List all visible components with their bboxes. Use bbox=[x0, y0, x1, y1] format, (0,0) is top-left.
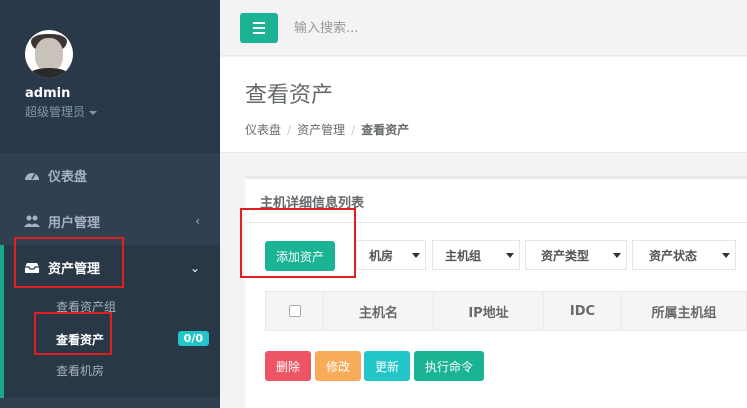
nav-item-dashboard[interactable]: 仪表盘 bbox=[0, 152, 220, 198]
submenu-item-view-idc[interactable]: 查看机房 bbox=[4, 355, 220, 385]
column-header-ip[interactable]: IP地址 bbox=[434, 292, 544, 330]
caret-down-icon bbox=[89, 110, 98, 115]
count-badge: 0/0 bbox=[177, 331, 209, 346]
page-heading: 查看资产 仪表盘 / 资产管理 / 查看资产 bbox=[220, 57, 747, 153]
user-profile: admin 超级管理员 bbox=[0, 0, 220, 153]
breadcrumb: 仪表盘 / 资产管理 / 查看资产 bbox=[245, 123, 410, 137]
delete-button[interactable]: 删除 bbox=[265, 351, 311, 381]
highlight-box bbox=[240, 208, 356, 278]
caret-down-icon bbox=[506, 253, 514, 258]
top-navbar bbox=[220, 0, 747, 56]
select-label: 主机组 bbox=[445, 248, 482, 263]
column-header-hostname[interactable]: 主机名 bbox=[324, 292, 434, 330]
highlight-box bbox=[14, 237, 124, 288]
breadcrumb-current: 查看资产 bbox=[361, 123, 410, 137]
select-label: 资产类型 bbox=[541, 248, 590, 263]
nav-label: 仪表盘 bbox=[48, 169, 88, 185]
nav-label: 用户管理 bbox=[48, 215, 101, 231]
filter-idc-select[interactable]: 机房 bbox=[356, 240, 426, 270]
hamburger-line bbox=[253, 27, 265, 29]
host-table-header: 主机名 IP地址 IDC 所属主机组 bbox=[265, 291, 747, 331]
dashboard-icon bbox=[25, 173, 39, 180]
update-button[interactable]: 更新 bbox=[364, 351, 410, 381]
user-role-dropdown[interactable]: 超级管理员 bbox=[25, 103, 220, 120]
column-header-idc[interactable]: IDC bbox=[544, 292, 622, 330]
filter-status-select[interactable]: 资产状态 bbox=[632, 240, 736, 270]
page-title: 查看资产 bbox=[245, 83, 334, 108]
select-label: 机房 bbox=[369, 248, 394, 263]
hamburger-icon bbox=[253, 22, 265, 24]
submenu-label: 查看机房 bbox=[56, 363, 105, 378]
avatar[interactable] bbox=[25, 30, 73, 78]
filter-group-select[interactable]: 主机组 bbox=[432, 240, 520, 270]
select-all-cell bbox=[266, 292, 324, 330]
users-icon bbox=[24, 215, 40, 227]
chevron-down-icon: ⌄ bbox=[189, 261, 200, 275]
sidebar-footer bbox=[0, 398, 220, 408]
breadcrumb-link-dashboard[interactable]: 仪表盘 bbox=[245, 123, 281, 137]
breadcrumb-link-assets[interactable]: 资产管理 bbox=[297, 123, 345, 137]
hamburger-line bbox=[253, 32, 265, 34]
search-input[interactable] bbox=[294, 13, 594, 43]
user-name: admin bbox=[25, 86, 71, 101]
execute-command-button[interactable]: 执行命令 bbox=[414, 351, 484, 381]
caret-down-icon bbox=[722, 253, 730, 258]
select-label: 资产状态 bbox=[649, 248, 698, 263]
user-role-label: 超级管理员 bbox=[25, 105, 86, 119]
chevron-left-icon: ‹ bbox=[195, 214, 200, 228]
column-header-group[interactable]: 所属主机组 bbox=[622, 292, 746, 330]
select-all-checkbox[interactable] bbox=[288, 305, 301, 317]
caret-down-icon bbox=[412, 253, 420, 258]
filter-type-select[interactable]: 资产类型 bbox=[525, 240, 627, 270]
caret-down-icon bbox=[613, 253, 621, 258]
menu-toggle-button[interactable] bbox=[240, 13, 278, 43]
highlight-box bbox=[34, 312, 112, 355]
edit-button[interactable]: 修改 bbox=[315, 351, 361, 381]
